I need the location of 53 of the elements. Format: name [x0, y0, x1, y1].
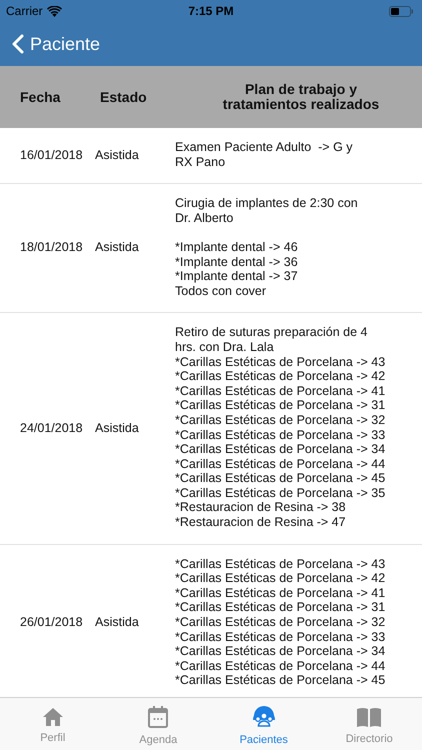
wifi-icon	[46, 6, 62, 16]
treatment-text: *Restauracion de Resina -> 47	[175, 515, 347, 530]
status-cell-text: Asistida	[95, 240, 140, 254]
treatment-text: *Carillas Estéticas de Porcelana -> 45	[175, 471, 386, 486]
back-button[interactable]: Paciente	[0, 22, 100, 66]
date-cell-text: 26/01/2018	[20, 615, 84, 630]
tab-item[interactable]: Perfil	[0, 698, 106, 750]
column-header: Plan de trabajo y tratamientos realizados	[222, 82, 380, 112]
treatment-text: *Carillas Estéticas de Porcelana -> 33	[175, 428, 386, 442]
treatment-text: *Carillas Estéticas de Porcelana -> 31	[175, 398, 386, 413]
treatment-text: Todos con cover	[175, 284, 268, 298]
calendar-icon	[148, 706, 168, 728]
treatment-text: *Implante dental -> 37	[175, 269, 299, 284]
tab-item[interactable]: Agenda	[106, 698, 211, 750]
carrier-label: Carrier	[6, 4, 43, 18]
treatment-text: *Carillas Estéticas de Porcelana -> 33	[175, 630, 386, 644]
treatment-text: *Carillas Estéticas de Porcelana -> 41	[175, 586, 386, 600]
treatment-text: *Carillas Estéticas de Porcelana -> 34	[175, 644, 386, 659]
treatment-text: *Carillas Estéticas de Porcelana -> 43	[175, 556, 386, 572]
treatment-text: Cirugia de implantes de 2:30 con Dr. Alberto	[175, 196, 358, 226]
status-cell-text: Asistida	[95, 148, 140, 162]
status-time: 7:15 PM	[188, 4, 234, 18]
column-header: Fecha	[20, 89, 62, 105]
treatment-text: *Carillas Estéticas de Porcelana -> 42	[175, 369, 386, 384]
date-cell-text: 16/01/2018	[20, 148, 84, 162]
treatment-text: *Carillas Estéticas de Porcelana -> 42	[175, 571, 386, 586]
home-icon	[42, 708, 63, 726]
tab-item[interactable]: Pacientes	[211, 698, 316, 750]
treatment-text: *Carillas Estéticas de Porcelana -> 34	[175, 442, 386, 457]
date-cell-text: 18/01/2018	[20, 240, 84, 254]
status-cell-text: Asistida	[95, 420, 140, 434]
treatment-text: *Carillas Estéticas de Porcelana -> 31	[175, 600, 386, 616]
treatment-text: *Carillas Estéticas de Porcelana -> 44	[175, 456, 386, 472]
treatment-text: *Carillas Estéticas de Porcelana -> 32	[175, 412, 386, 428]
treatment-text: *Carillas Estéticas de Porcelana -> 45	[175, 673, 386, 688]
chevron-icon	[12, 34, 24, 54]
people-icon	[252, 706, 276, 728]
battery-icon	[389, 6, 414, 16]
date-cell-text: 24/01/2018	[20, 420, 84, 434]
treatment-text: *Implante dental -> 46	[175, 240, 299, 255]
treatment-text: *Carillas Estéticas de Porcelana -> 32	[175, 615, 386, 630]
treatment-text: *Carillas Estéticas de Porcelana -> 44	[175, 658, 386, 674]
treatment-text: *Restauracion de Resina -> 38	[175, 500, 347, 516]
tab-item[interactable]: Directorio	[316, 698, 422, 750]
treatment-text: *Carillas Estéticas de Porcelana -> 41	[175, 384, 386, 398]
status-cell-text: Asistida	[95, 615, 140, 630]
treatment-text: *Carillas Estéticas de Porcelana -> 43	[175, 354, 386, 370]
treatment-text: *Implante dental -> 36	[175, 254, 299, 270]
column-header: Estado	[100, 89, 148, 105]
treatment-text: Examen Paciente Adulto -> G y RX Pano	[175, 140, 353, 170]
treatment-text: *Carillas Estéticas de Porcelana -> 35	[175, 486, 386, 500]
book-icon	[356, 707, 382, 727]
treatment-text: Retiro de suturas preparación de 4 hrs. con Dra. Lala	[175, 325, 368, 355]
